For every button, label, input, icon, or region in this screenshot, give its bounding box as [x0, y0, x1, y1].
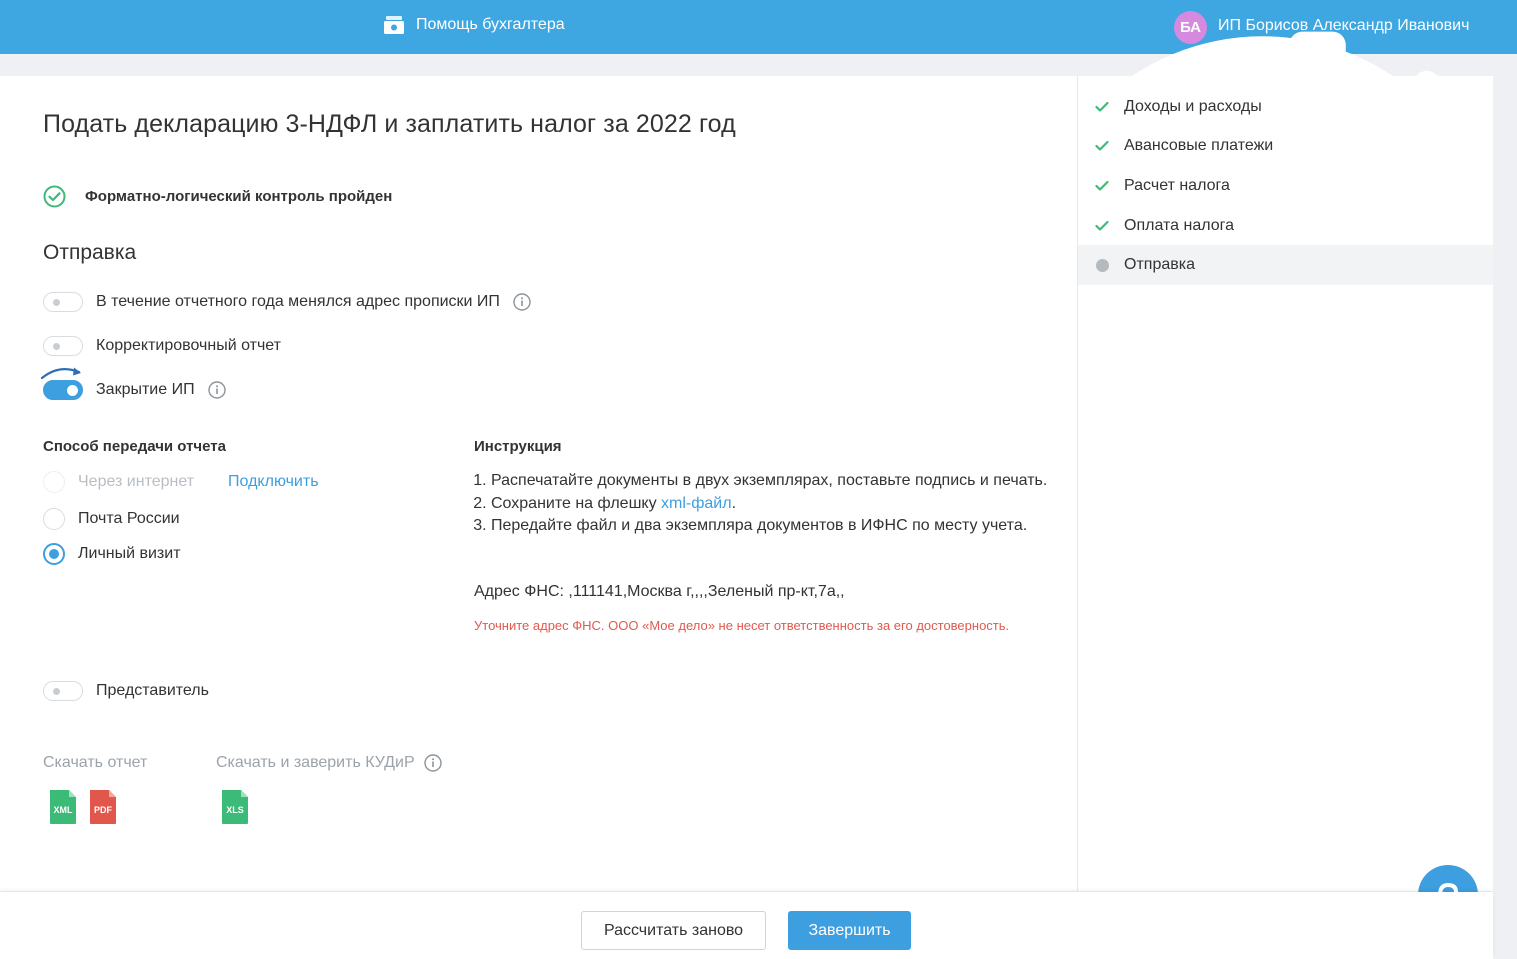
steps-sidebar: Доходы и расходы Авансовые платежи Расче…: [1078, 76, 1493, 891]
instruction-title: Инструкция: [474, 438, 562, 455]
visit-radio[interactable]: [43, 543, 65, 565]
finish-button[interactable]: Завершить: [788, 911, 911, 950]
check-circle-icon: [43, 185, 66, 208]
instruction-step-2-text: Сохраните на флешку: [491, 494, 662, 512]
page-title: Подать декларацию 3-НДФЛ и заплатить нал…: [43, 110, 736, 138]
post-radio[interactable]: [43, 508, 65, 530]
transfer-method-title: Способ передачи отчета: [43, 438, 226, 455]
avatar[interactable]: БА: [1174, 11, 1207, 44]
checkmark-icon: [1095, 220, 1109, 231]
step-tax-calculation[interactable]: Расчет налога: [1078, 166, 1493, 206]
correction-report-toggle[interactable]: [43, 336, 83, 356]
flk-status-label: Форматно-логический контроль пройден: [85, 188, 393, 205]
user-name[interactable]: ИП Борисов Александр Иванович: [1218, 17, 1469, 35]
section-title: Отправка: [43, 241, 137, 264]
internet-radio[interactable]: [43, 471, 65, 493]
step-label: Авансовые платежи: [1124, 137, 1274, 154]
step-label: Оплата налога: [1124, 217, 1235, 234]
post-label: Почта России: [78, 510, 180, 527]
checkmark-icon: [1095, 140, 1109, 151]
download-kudir-text: Скачать и заверить КУДиР: [216, 754, 415, 771]
pdf-file-icon[interactable]: PDF: [88, 789, 118, 825]
transfer-option-visit: Личный визит: [43, 543, 181, 565]
address-warning: Уточните адрес ФНС. ООО «Мое дело» не не…: [474, 618, 1010, 633]
transfer-option-post: Почта России: [43, 508, 180, 530]
toggle-row-address-changed: В течение отчетного года менялся адрес п…: [43, 292, 531, 312]
bottom-action-bar: Рассчитать заново Завершить: [0, 892, 1493, 959]
step-label: Расчет налога: [1124, 177, 1230, 194]
instruction-list: Распечатайте документы в двух экземпляра…: [474, 470, 1064, 538]
internet-label: Через интернет: [78, 473, 195, 490]
info-icon[interactable]: [423, 754, 442, 772]
toggle-row-correction: Корректировочный отчет: [43, 336, 281, 356]
closing-ip-toggle[interactable]: [43, 380, 83, 400]
cashbox-icon: [384, 16, 404, 34]
download-report-text: Скачать отчет: [43, 754, 148, 771]
current-step-dot-icon: [1095, 258, 1109, 272]
download-kudir-label: Скачать и заверить КУДиР: [216, 754, 442, 772]
address-changed-label: В течение отчетного года менялся адрес п…: [96, 293, 500, 310]
instruction-step-1: Распечатайте документы в двух экземпляра…: [491, 470, 1064, 493]
checkmark-icon: [1095, 101, 1109, 112]
fns-address: Адрес ФНС: ,111141,Москва г,,,,Зеленый п…: [474, 583, 845, 600]
connect-link[interactable]: Подключить: [228, 473, 318, 491]
xml-file-icon[interactable]: XML: [48, 789, 78, 825]
step-income-expenses[interactable]: Доходы и расходы: [1078, 87, 1493, 127]
info-icon[interactable]: [207, 381, 226, 399]
accountant-help-link[interactable]: Помощь бухгалтера: [383, 14, 565, 36]
correction-report-label: Корректировочный отчет: [96, 337, 281, 354]
transfer-option-internet: Через интернет Подключить: [43, 471, 319, 493]
flk-status: Форматно-логический контроль пройден: [43, 185, 392, 208]
toggle-row-closing: Закрытие ИП: [43, 380, 226, 400]
step-label: Доходы и расходы: [1124, 98, 1262, 115]
download-report-label: Скачать отчет: [43, 754, 147, 772]
accountant-help-label: Помощь бухгалтера: [416, 16, 565, 33]
address-changed-toggle[interactable]: [43, 292, 83, 312]
representative-toggle[interactable]: [43, 681, 83, 701]
toggle-row-representative: Представитель: [43, 681, 209, 701]
closing-ip-label: Закрытие ИП: [96, 381, 195, 398]
visit-label: Личный визит: [78, 545, 181, 562]
pdf-file-label: PDF: [94, 805, 113, 815]
instruction-step-2: Сохраните на флешку xml-файл.: [491, 493, 1064, 516]
instruction-step-3: Передайте файл и два экземпляра документ…: [491, 515, 1064, 538]
curved-arrow-icon: [40, 367, 81, 380]
step-label: Отправка: [1124, 256, 1195, 273]
step-tax-payment[interactable]: Оплата налога: [1078, 206, 1493, 246]
page-background: [1493, 54, 1517, 959]
representative-label: Представитель: [96, 682, 209, 699]
recalculate-button[interactable]: Рассчитать заново: [581, 911, 766, 950]
xls-file-label: XLS: [226, 805, 244, 815]
top-bar: Помощь бухгалтера БА ИП Борисов Александ…: [0, 0, 1517, 503]
info-icon[interactable]: [513, 293, 531, 311]
step-advance-payments[interactable]: Авансовые платежи: [1078, 126, 1493, 166]
checkmark-icon: [1095, 180, 1109, 191]
xml-file-label: XML: [54, 805, 74, 815]
step-sending[interactable]: Отправка: [1078, 245, 1493, 285]
xls-file-icon[interactable]: XLS: [220, 789, 250, 825]
instruction-step-2-suffix: .: [731, 494, 737, 512]
xml-file-link[interactable]: xml-файл: [661, 495, 732, 512]
